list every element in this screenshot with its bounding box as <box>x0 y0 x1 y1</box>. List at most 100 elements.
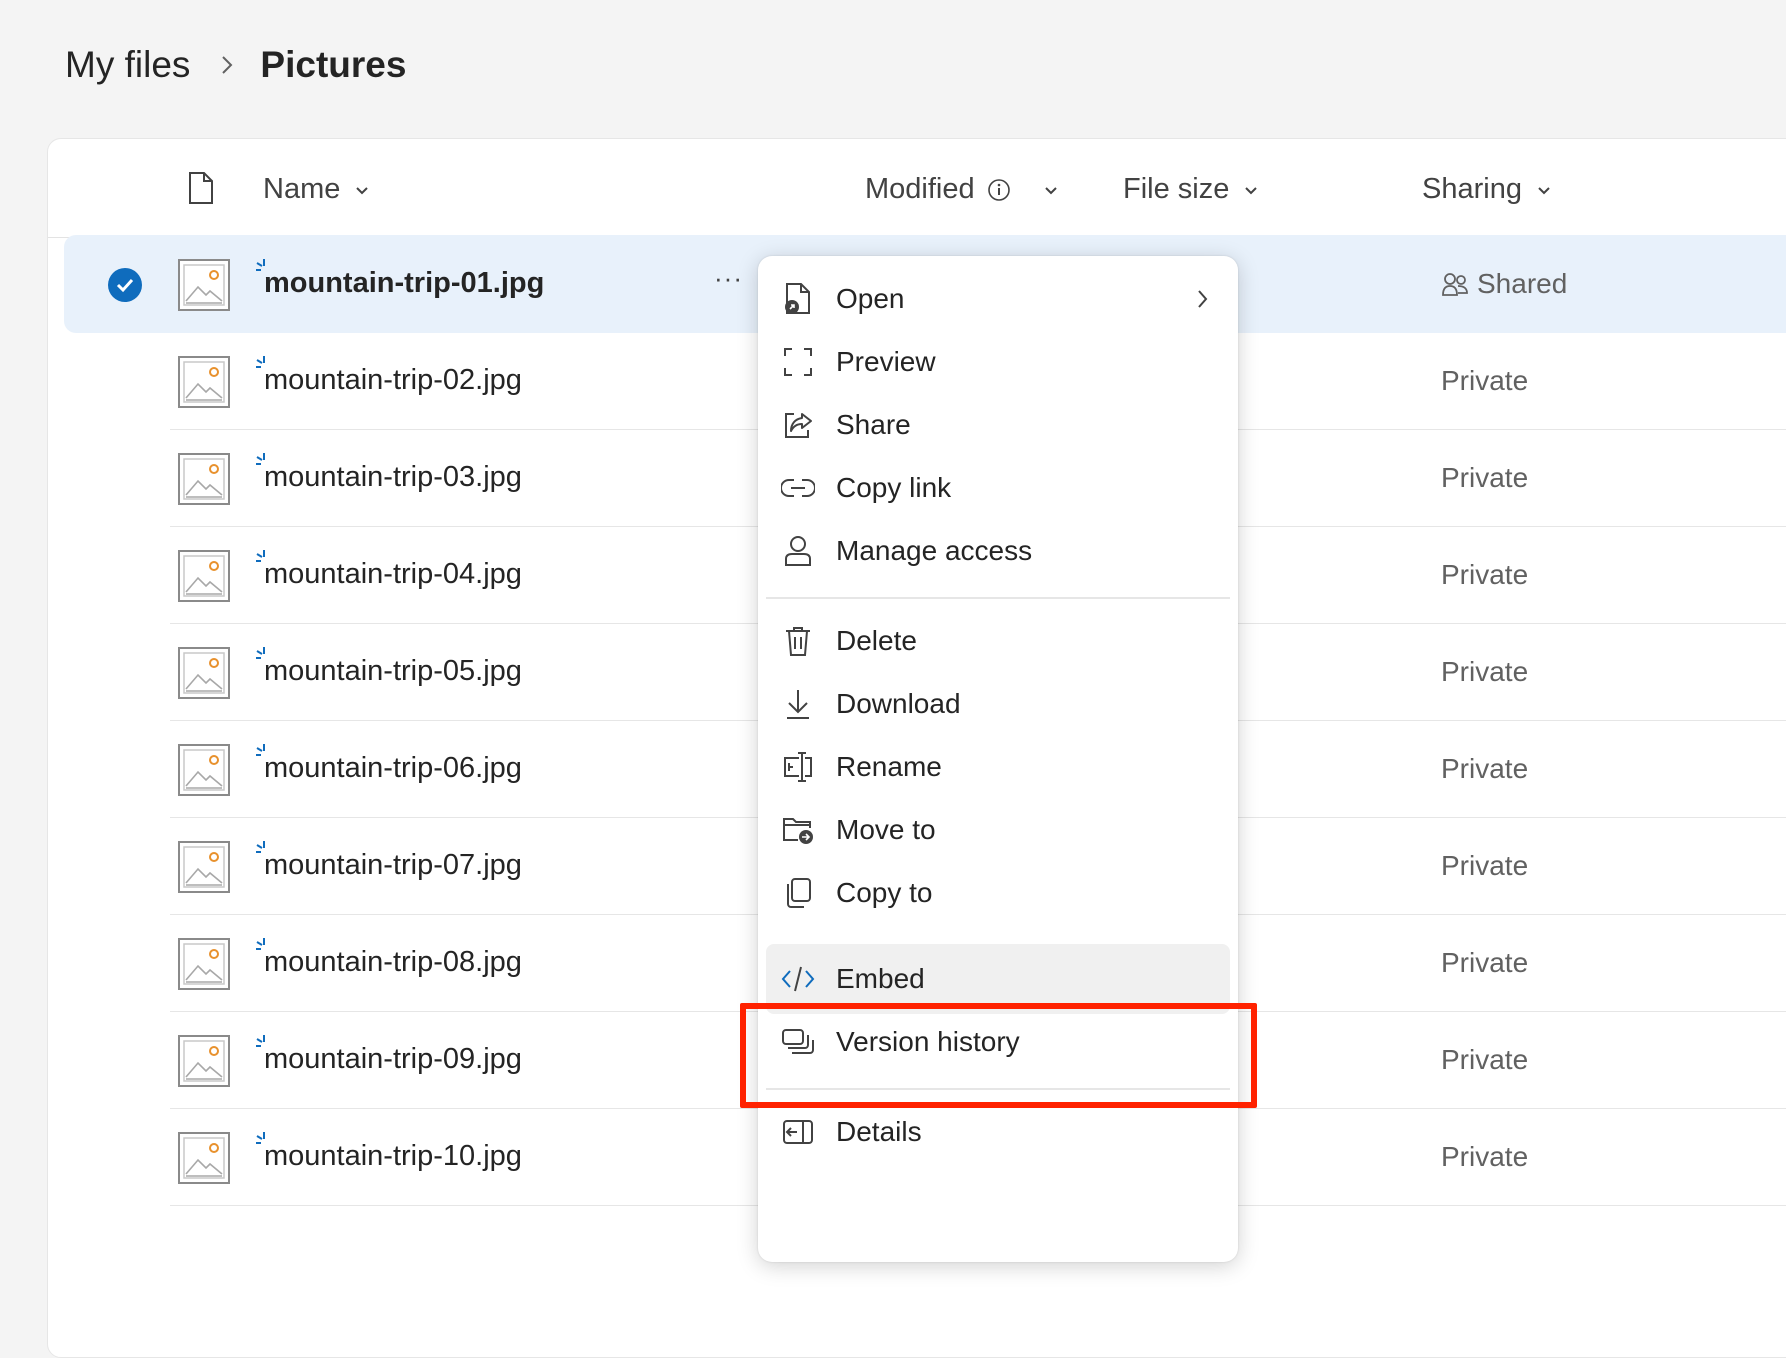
preview-icon <box>780 344 816 380</box>
sharing-label: Private <box>1441 1044 1529 1075</box>
file-name[interactable]: mountain-trip-08.jpg <box>264 946 522 979</box>
sharing-status[interactable]: Private <box>1441 462 1528 494</box>
menu-item-move-to-label: Move to <box>836 814 936 845</box>
sharing-status[interactable]: Private <box>1441 559 1528 591</box>
more-options-button[interactable]: ··· <box>714 263 743 294</box>
image-file-icon <box>178 550 230 602</box>
breadcrumb: My files Pictures <box>65 44 406 86</box>
menu-item-rename[interactable]: Rename <box>766 732 1230 802</box>
share-icon <box>780 407 816 443</box>
column-modified[interactable]: Modified <box>865 173 1061 206</box>
sharing-status[interactable]: Private <box>1441 753 1528 785</box>
sharing-label: Private <box>1441 365 1529 396</box>
file-name[interactable]: mountain-trip-03.jpg <box>264 461 522 494</box>
menu-item-download-label: Download <box>836 688 961 719</box>
open-file-icon <box>780 281 816 317</box>
column-name[interactable]: Name <box>263 173 372 206</box>
code-icon <box>780 961 816 997</box>
column-sharing[interactable]: Sharing <box>1422 173 1554 206</box>
menu-item-delete[interactable]: Delete <box>766 606 1230 676</box>
sharing-label: Private <box>1441 947 1529 978</box>
sharing-status[interactable]: Private <box>1441 656 1528 688</box>
image-file-icon <box>178 1035 230 1087</box>
sharing-label: Private <box>1441 753 1529 784</box>
sharing-status[interactable]: Private <box>1441 1044 1528 1076</box>
sharing-status[interactable]: Private <box>1441 365 1528 397</box>
download-icon <box>780 686 816 722</box>
file-name[interactable]: mountain-trip-02.jpg <box>264 364 522 397</box>
column-file-size[interactable]: File size <box>1123 173 1261 206</box>
file-name[interactable]: mountain-trip-07.jpg <box>264 849 522 882</box>
menu-item-manage-access[interactable]: Manage access <box>766 516 1230 586</box>
menu-item-open-label: Open <box>836 283 905 314</box>
sharing-status[interactable]: Private <box>1441 947 1528 979</box>
column-file-size-label: File size <box>1123 173 1230 205</box>
menu-item-manage-access-label: Manage access <box>836 535 1033 566</box>
menu-item-preview[interactable]: Preview <box>766 327 1230 397</box>
link-icon <box>780 470 816 506</box>
menu-divider <box>766 597 1230 599</box>
file-name[interactable]: mountain-trip-09.jpg <box>264 1043 522 1076</box>
file-name[interactable]: mountain-trip-10.jpg <box>264 1140 522 1173</box>
details-pane-icon <box>780 1114 816 1150</box>
sharing-label: Shared <box>1477 268 1568 299</box>
chevron-down-icon <box>356 186 369 194</box>
image-file-icon <box>178 259 230 311</box>
chevron-right-icon <box>220 54 234 76</box>
sharing-label: Private <box>1441 656 1529 687</box>
file-name[interactable]: mountain-trip-04.jpg <box>264 558 522 591</box>
sharing-label: Private <box>1441 462 1529 493</box>
chevron-right-icon <box>1198 290 1208 308</box>
sharing-label: Private <box>1441 1141 1529 1172</box>
menu-item-rename-label: Rename <box>836 751 942 782</box>
check-icon[interactable] <box>108 268 142 302</box>
breadcrumb-my-files[interactable]: My files <box>65 44 190 86</box>
menu-item-move-to[interactable]: Move to <box>766 795 1230 865</box>
sharing-label: Private <box>1441 559 1529 590</box>
file-name[interactable]: mountain-trip-06.jpg <box>264 752 522 785</box>
info-icon[interactable] <box>987 178 1011 202</box>
sharing-label: Private <box>1441 850 1529 881</box>
image-file-icon <box>178 744 230 796</box>
column-header-row: Name Modified File size Sharing <box>48 139 1786 238</box>
image-file-icon <box>178 647 230 699</box>
highlight-box <box>740 1003 1257 1108</box>
menu-item-copy-to-label: Copy to <box>836 877 933 908</box>
sharing-status[interactable]: Private <box>1441 850 1528 882</box>
menu-item-copy-link[interactable]: Copy link <box>766 453 1230 523</box>
column-name-label: Name <box>263 173 341 205</box>
sharing-status[interactable]: Shared <box>1441 268 1567 300</box>
people-icon <box>1442 273 1468 296</box>
image-file-icon <box>178 453 230 505</box>
file-name[interactable]: mountain-trip-05.jpg <box>264 655 522 688</box>
chevron-down-icon <box>1044 186 1057 194</box>
context-menu: Open Preview Share Copy link Manage acce… <box>758 256 1238 1262</box>
menu-item-share[interactable]: Share <box>766 390 1230 460</box>
file-type-icon[interactable] <box>188 171 214 210</box>
menu-item-embed-label: Embed <box>836 963 925 994</box>
move-folder-icon <box>780 812 816 848</box>
sharing-status[interactable]: Private <box>1441 1141 1528 1173</box>
column-sharing-label: Sharing <box>1422 173 1522 205</box>
menu-item-open[interactable]: Open <box>766 264 1230 334</box>
menu-item-details-label: Details <box>836 1116 922 1147</box>
copy-icon <box>780 875 816 911</box>
image-file-icon <box>178 938 230 990</box>
chevron-down-icon <box>1538 186 1550 194</box>
menu-item-copy-to[interactable]: Copy to <box>766 858 1230 928</box>
menu-item-delete-label: Delete <box>836 625 917 656</box>
image-file-icon <box>178 841 230 893</box>
menu-item-copy-link-label: Copy link <box>836 472 952 503</box>
trash-icon <box>780 623 816 659</box>
menu-item-share-label: Share <box>836 409 911 440</box>
breadcrumb-pictures: Pictures <box>260 44 407 85</box>
menu-item-download[interactable]: Download <box>766 669 1230 739</box>
rename-icon <box>780 749 816 785</box>
file-name[interactable]: mountain-trip-01.jpg <box>264 267 544 300</box>
menu-divider <box>766 939 1230 941</box>
column-modified-label: Modified <box>865 173 975 205</box>
menu-item-preview-label: Preview <box>836 346 936 377</box>
person-icon <box>780 533 816 569</box>
chevron-down-icon <box>1245 186 1258 194</box>
image-file-icon <box>178 1132 230 1184</box>
